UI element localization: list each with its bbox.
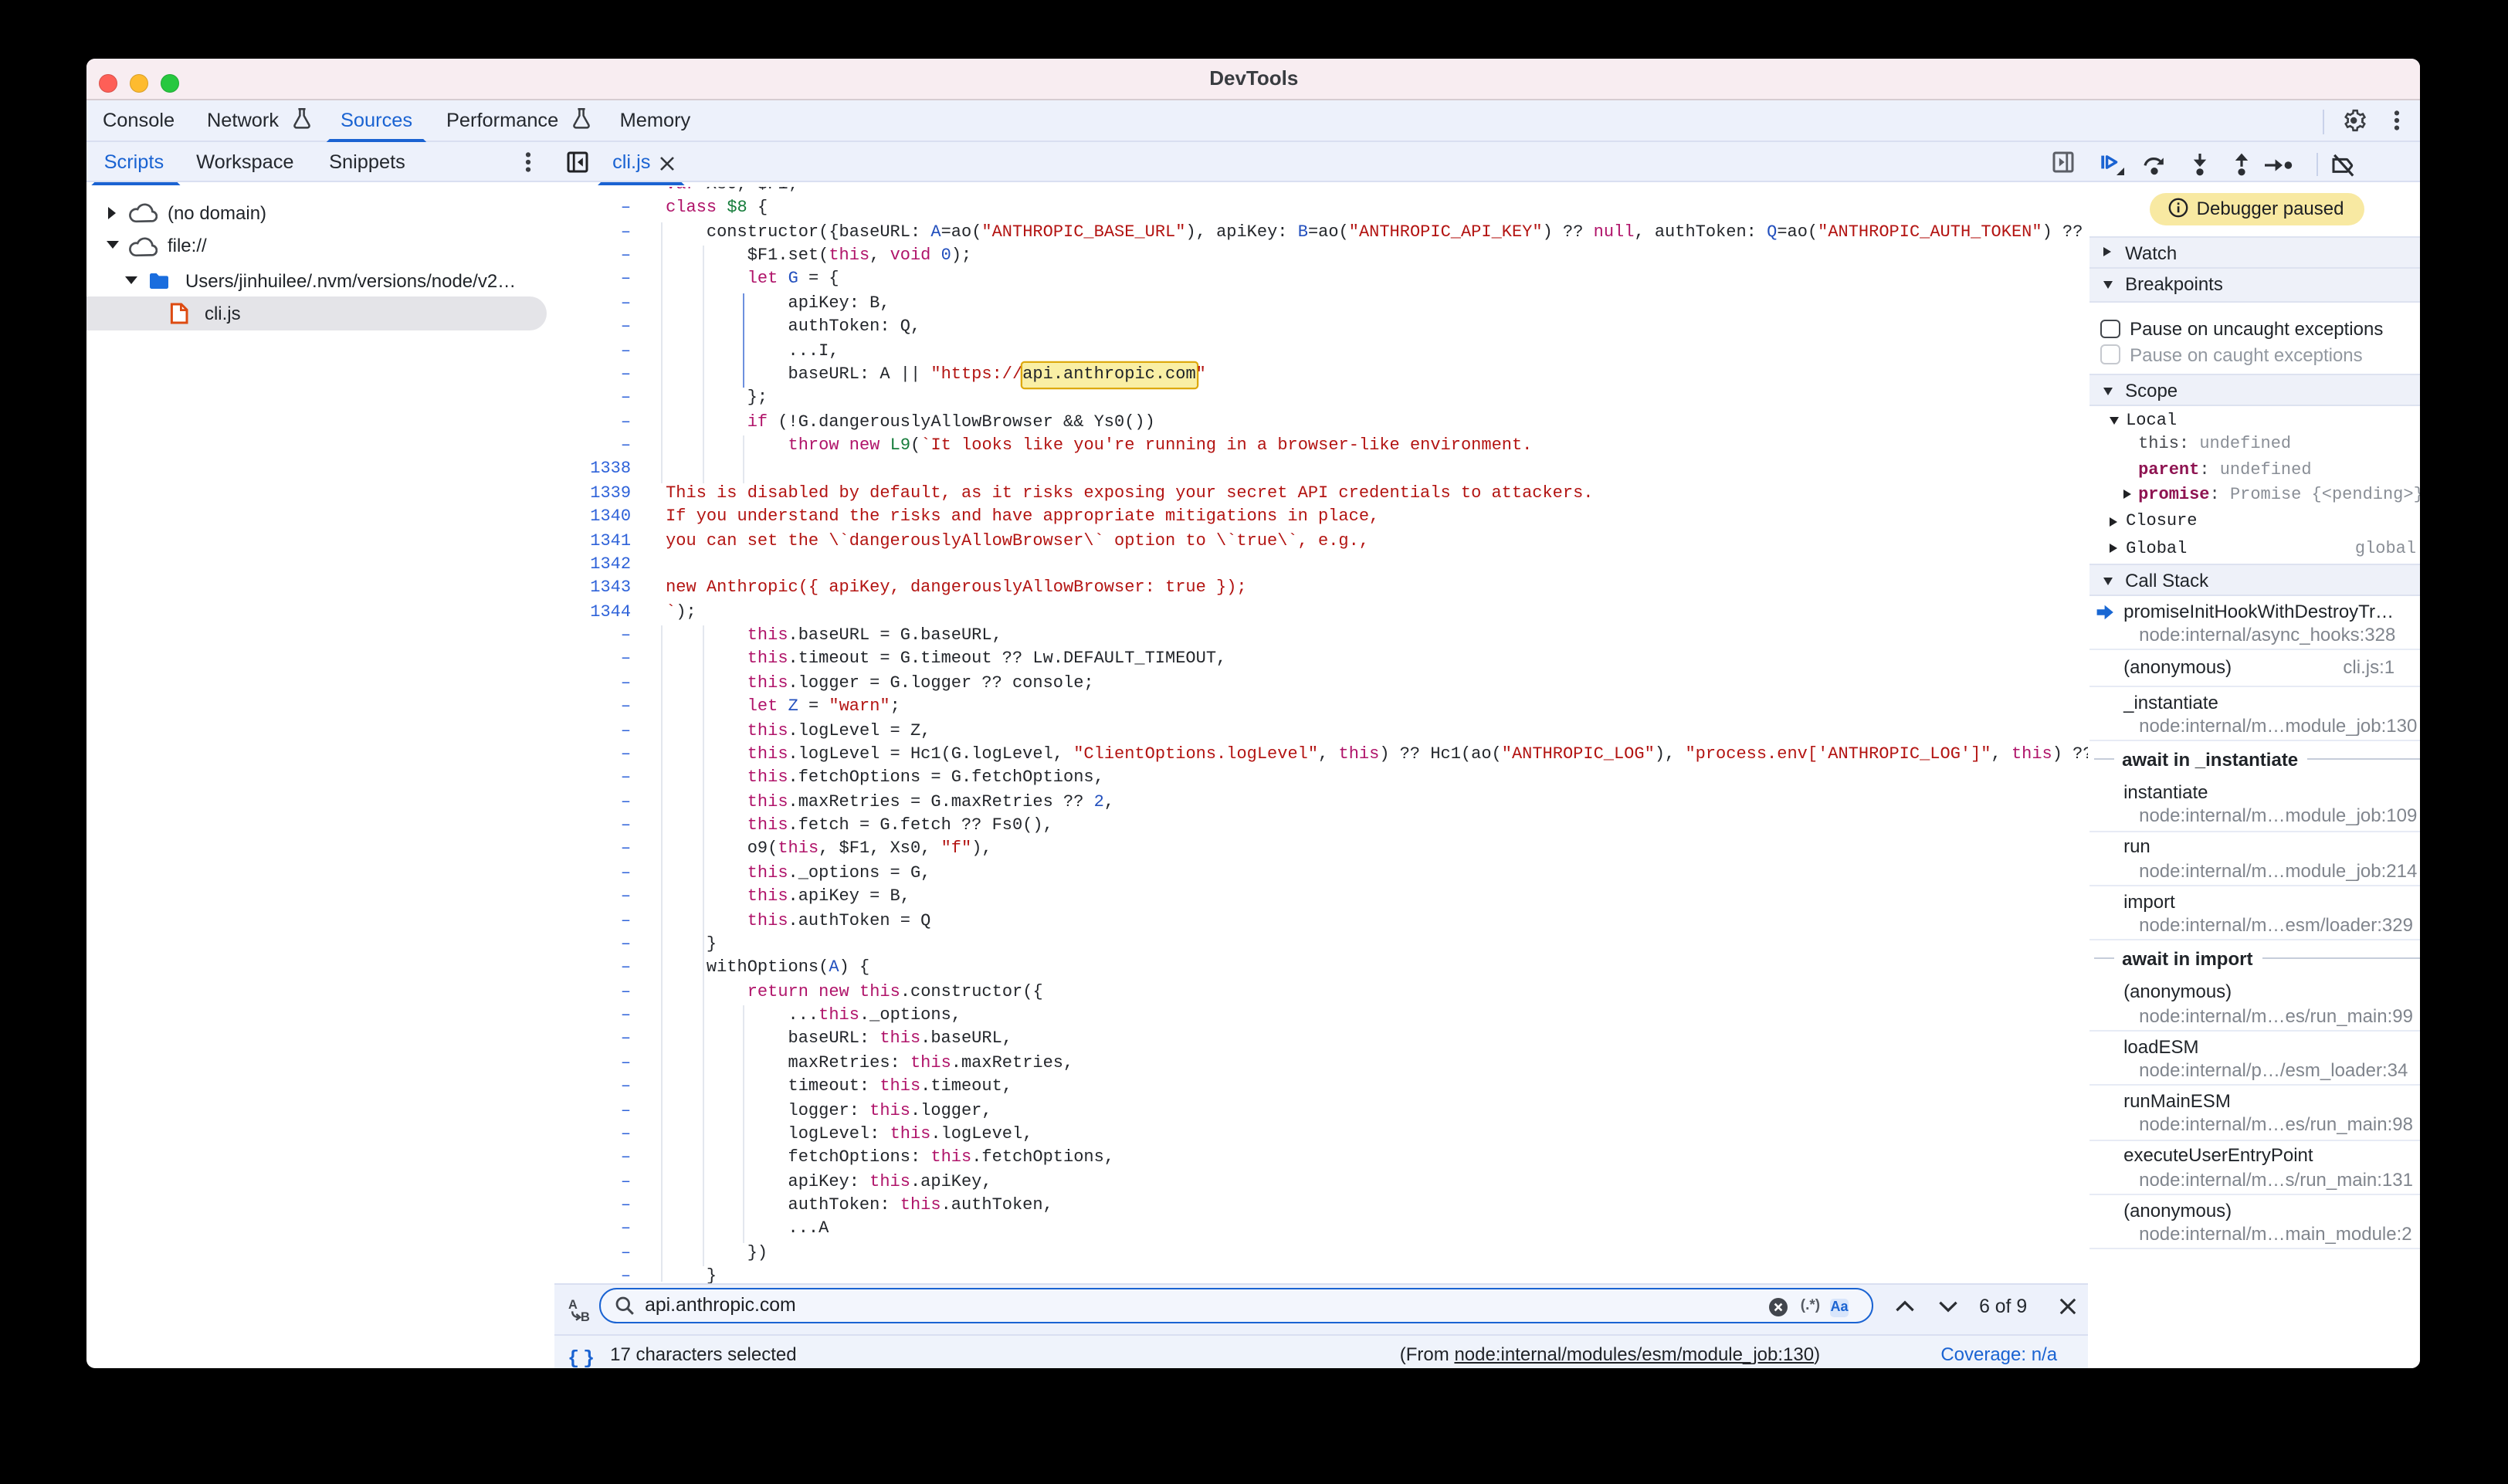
svg-text:A: A	[568, 1297, 577, 1311]
svg-text:B: B	[580, 1310, 589, 1323]
